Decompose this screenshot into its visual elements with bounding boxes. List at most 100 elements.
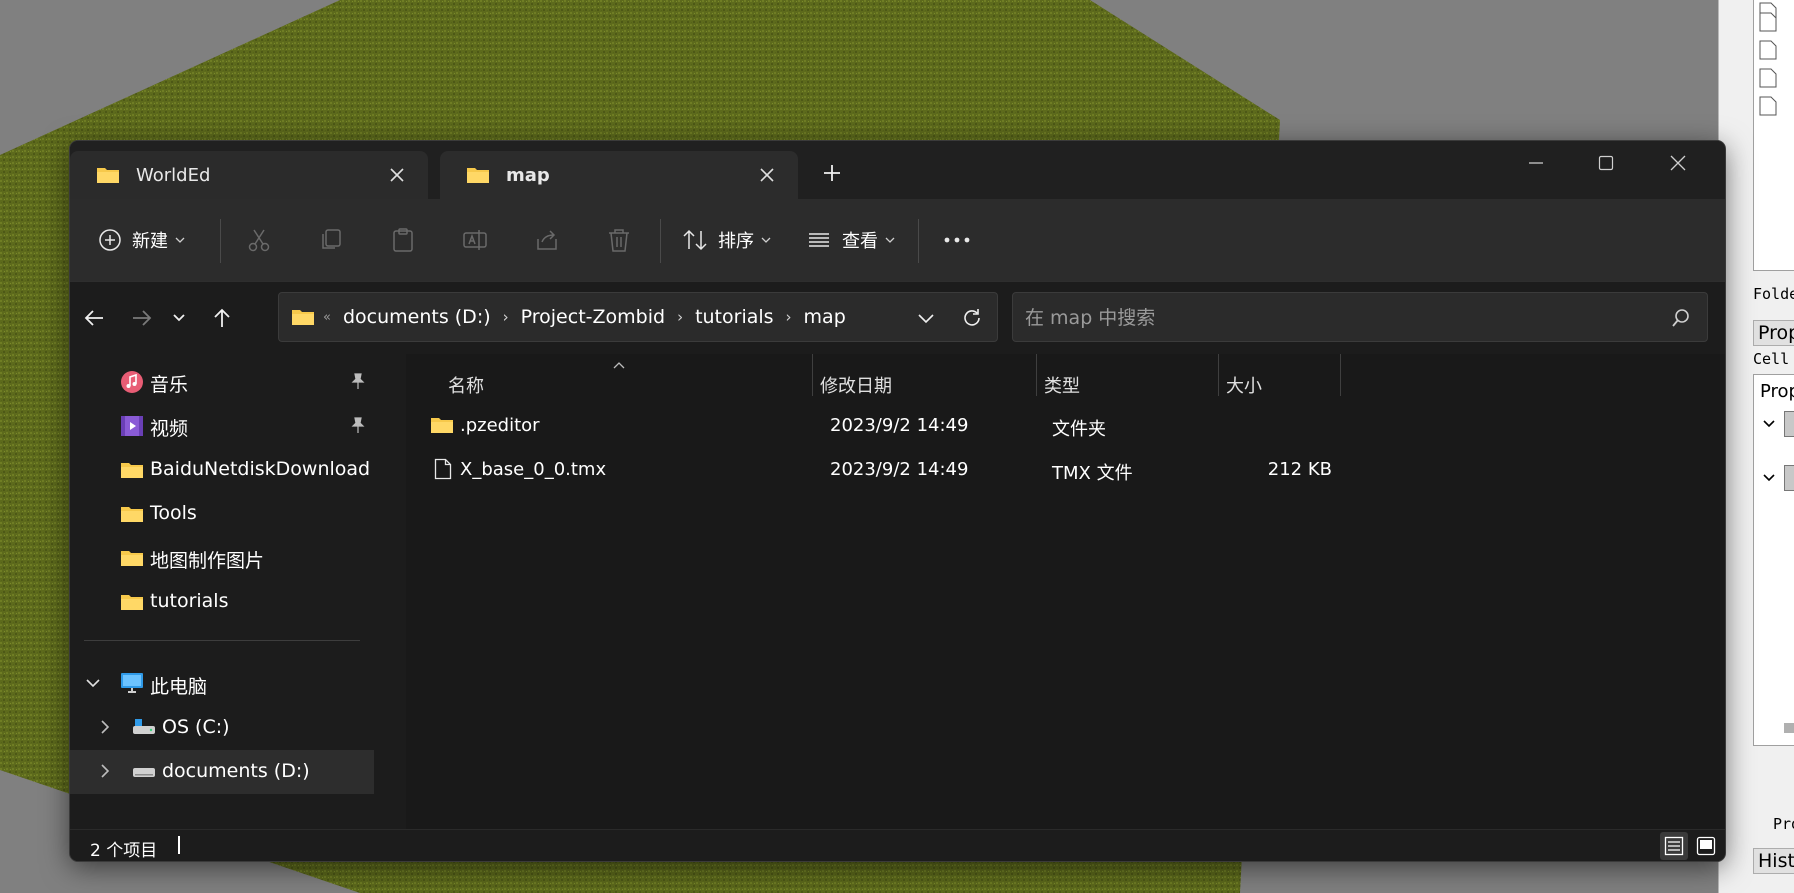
table-row[interactable]: X_base_0_0.tmx 2023/9/2 14:49 TMX 文件 212… <box>406 448 1406 492</box>
up-button[interactable] <box>202 296 242 340</box>
share-button[interactable] <box>534 217 560 263</box>
folder-icon <box>121 551 143 566</box>
file-modified: 2023/9/2 14:49 <box>830 415 969 436</box>
forward-button[interactable] <box>122 296 162 340</box>
chevron-down-icon[interactable] <box>1762 417 1776 431</box>
tab-worlded[interactable]: WorldEd <box>70 151 428 199</box>
column-header-name[interactable]: 名称 <box>448 372 484 398</box>
recent-locations-button[interactable] <box>164 296 194 340</box>
file-modified: 2023/9/2 14:49 <box>830 459 969 480</box>
sort-ascending-icon <box>613 362 625 369</box>
column-divider[interactable] <box>1036 354 1037 396</box>
status-divider <box>178 836 180 854</box>
chevron-down-icon <box>175 237 185 243</box>
maximize-button[interactable] <box>1572 141 1640 185</box>
breadcrumb-tutorials[interactable]: tutorials <box>695 306 773 328</box>
chevron-right-icon[interactable]: › <box>677 308 683 326</box>
folder-icon <box>121 507 143 522</box>
sort-label: 排序 <box>718 231 754 252</box>
chevron-down-icon <box>885 237 895 243</box>
table-row[interactable]: .pzeditor 2023/9/2 14:49 文件夹 <box>406 404 1406 448</box>
drive-icon <box>133 768 155 777</box>
minimize-icon <box>1529 162 1543 164</box>
chevron-down-icon[interactable] <box>1762 471 1776 485</box>
minimize-button[interactable] <box>1502 141 1570 185</box>
property-group[interactable] <box>1784 465 1794 491</box>
nav-item-map-images[interactable]: 地图制作图片 <box>70 536 374 580</box>
breadcrumb-map[interactable]: map <box>804 306 846 328</box>
file-list-item[interactable] <box>1759 94 1794 116</box>
history-header[interactable]: Histo <box>1753 848 1794 874</box>
tiles-view-button[interactable] <box>1692 832 1720 860</box>
chevron-down-icon[interactable] <box>84 674 102 692</box>
chevron-right-icon[interactable] <box>96 762 114 780</box>
chevron-down-icon[interactable] <box>917 309 935 327</box>
breadcrumb-documents[interactable]: documents (D:) <box>343 306 491 328</box>
file-list-item[interactable] <box>1759 66 1794 88</box>
column-divider[interactable] <box>812 354 813 396</box>
chevron-down-icon <box>761 237 771 243</box>
overflow-chevron-icon[interactable]: « <box>323 310 331 325</box>
file-name: X_base_0_0.tmx <box>460 459 607 480</box>
nav-divider <box>84 640 360 641</box>
plus-icon <box>824 165 840 181</box>
delete-button[interactable] <box>606 217 632 263</box>
folder-icon <box>467 168 489 183</box>
new-button[interactable]: 新建 <box>98 217 186 263</box>
nav-item-videos[interactable]: 视频 <box>70 404 374 448</box>
file-list-item[interactable] <box>1759 10 1794 32</box>
nav-scrollbar[interactable] <box>386 354 390 829</box>
cut-button[interactable] <box>246 217 272 263</box>
search-input[interactable] <box>1023 293 1627 343</box>
property-group[interactable] <box>1784 411 1794 437</box>
nav-item-tutorials[interactable]: tutorials <box>70 580 374 624</box>
details-view-button[interactable] <box>1660 832 1688 860</box>
close-window-button[interactable] <box>1644 141 1712 185</box>
close-icon[interactable] <box>756 164 778 186</box>
item-count: 2 个项目 <box>90 841 158 861</box>
more-button[interactable] <box>942 217 972 263</box>
pin-icon[interactable] <box>348 416 366 434</box>
rename-button[interactable] <box>462 217 488 263</box>
close-icon[interactable] <box>386 164 408 186</box>
nav-item-documents-d[interactable]: documents (D:) <box>70 750 374 794</box>
view-button[interactable]: 查看 <box>806 217 896 263</box>
toolbar-divider <box>220 219 221 263</box>
chevron-right-icon[interactable] <box>96 718 114 736</box>
column-header-size[interactable]: 大小 <box>1226 372 1262 398</box>
column-divider[interactable] <box>1340 354 1341 396</box>
nav-item-this-pc[interactable]: 此电脑 <box>70 662 374 706</box>
file-icon <box>1759 68 1777 88</box>
sort-button[interactable]: 排序 <box>682 217 772 263</box>
refresh-icon[interactable] <box>961 307 983 329</box>
scrollbar-thumb[interactable] <box>1784 723 1794 733</box>
column-header-modified[interactable]: 修改日期 <box>820 372 892 398</box>
plus-circle-icon <box>99 229 121 251</box>
file-list-item[interactable] <box>1759 38 1794 60</box>
nav-item-tools[interactable]: Tools <box>70 492 374 536</box>
arrow-right-icon <box>133 310 152 326</box>
file-icon <box>1759 12 1777 32</box>
tab-map[interactable]: map <box>440 151 798 199</box>
address-bar[interactable]: « documents (D:) › Project-Zombid › tuto… <box>278 292 998 342</box>
back-button[interactable] <box>74 296 114 340</box>
cell-label: Cell <box>1753 350 1790 368</box>
pin-icon[interactable] <box>348 372 366 390</box>
breadcrumb-project-zombid[interactable]: Project-Zombid <box>521 306 665 328</box>
column-divider[interactable] <box>1218 354 1219 396</box>
nav-item-baidunetdiskdownload[interactable]: BaiduNetdiskDownload <box>70 448 374 492</box>
chevron-right-icon[interactable]: › <box>786 308 792 326</box>
new-tab-button[interactable] <box>814 155 850 191</box>
column-header-type[interactable]: 类型 <box>1044 372 1080 398</box>
properties-header[interactable]: Prop <box>1753 320 1794 346</box>
file-icon <box>434 458 452 480</box>
tab-label: map <box>506 164 550 186</box>
paste-button[interactable] <box>390 217 416 263</box>
nav-item-os-c[interactable]: OS (C:) <box>70 706 374 750</box>
maximize-icon <box>1598 155 1614 171</box>
search-icon[interactable] <box>1671 308 1691 328</box>
chevron-right-icon[interactable]: › <box>503 308 509 326</box>
nav-item-music[interactable]: 音乐 <box>70 360 374 404</box>
copy-button[interactable] <box>318 217 344 263</box>
search-box[interactable] <box>1012 292 1708 343</box>
